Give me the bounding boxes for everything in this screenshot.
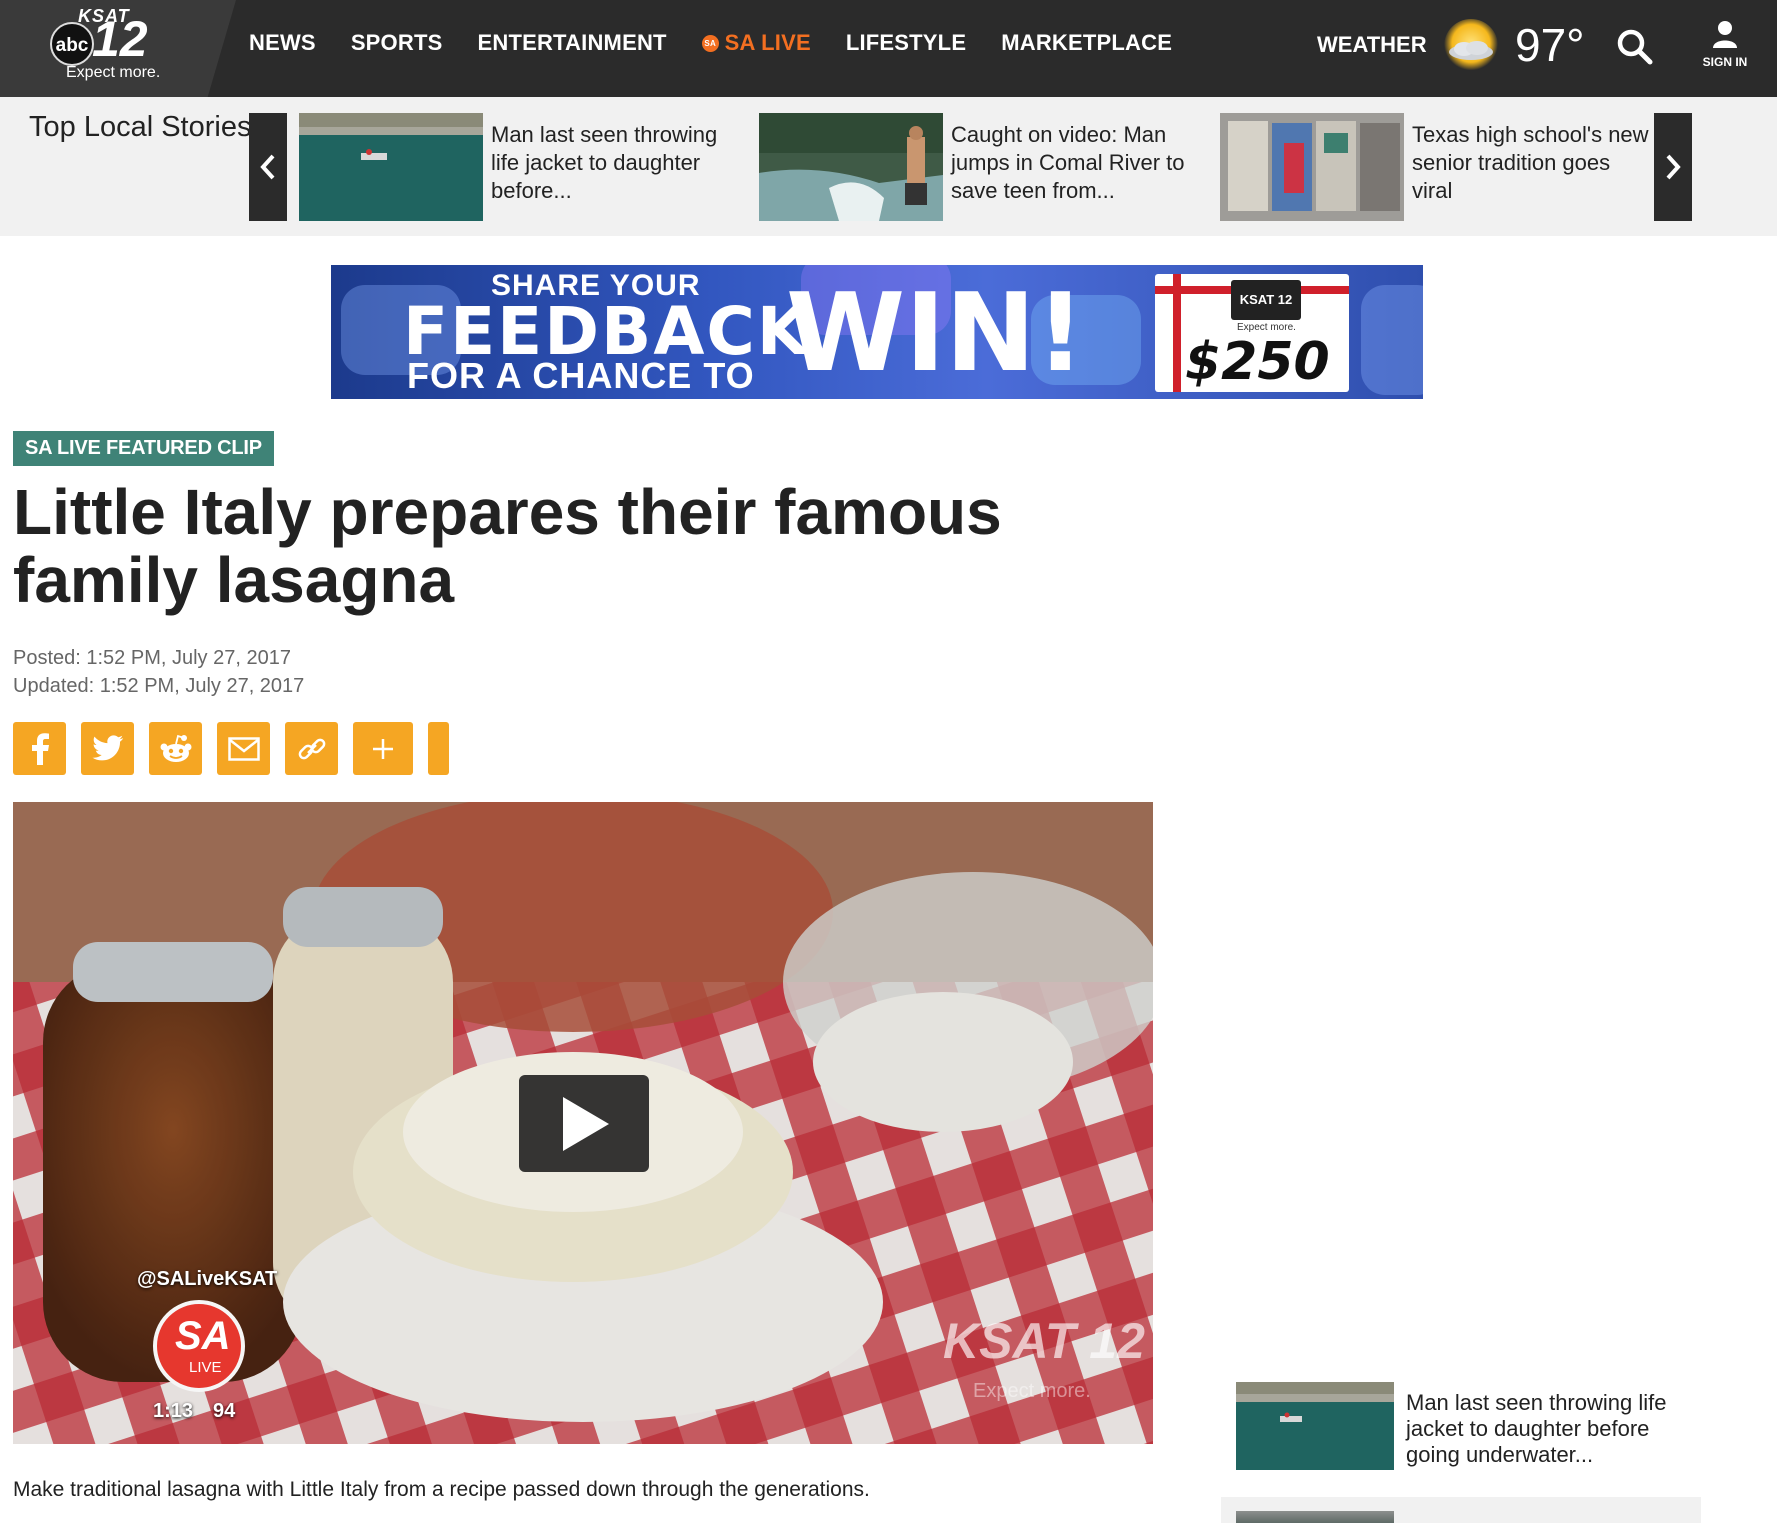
- email-icon: [227, 736, 260, 761]
- logo-tagline: Expect more.: [66, 64, 161, 81]
- channel-number: 12: [92, 11, 148, 67]
- article-headline: Little Italy prepares their famous famil…: [13, 476, 1002, 616]
- carousel-prev-button[interactable]: [249, 113, 287, 221]
- top-local-stories: Top Local Stories Man last seen throwing…: [0, 97, 1777, 236]
- story-headline: Man last seen throwing life jacket to da…: [491, 122, 718, 203]
- section-title: Top Local Stories: [29, 111, 252, 143]
- facebook-icon: [31, 732, 49, 765]
- reddit-icon: [160, 734, 191, 762]
- sidebar-story-card[interactable]: Man last seen throwing life jacket to da…: [1236, 1382, 1696, 1472]
- twitter-icon: [91, 734, 123, 760]
- category-badge[interactable]: SA LIVE FEATURED CLIP: [13, 431, 274, 466]
- video-temp-overlay: 94: [213, 1400, 236, 1422]
- video-caption: Make traditional lasagna with Little Ita…: [13, 1478, 870, 1501]
- temperature-readout[interactable]: 97°: [1515, 18, 1585, 72]
- carousel-next-button[interactable]: [1654, 113, 1692, 221]
- story-thumbnail: [299, 113, 483, 221]
- main-nav: NEWS SPORTS ENTERTAINMENT SA SA LIVE LIF…: [249, 30, 1207, 56]
- story-thumbnail: [759, 113, 943, 221]
- sa-live-logo-sub: LIVE: [189, 1359, 222, 1376]
- search-icon[interactable]: [1616, 28, 1654, 66]
- story-card[interactable]: Caught on video: Man jumps in Comal Rive…: [759, 113, 1199, 221]
- share-reddit-button[interactable]: [149, 722, 202, 775]
- story-headline: Man last seen throwing life jacket to da…: [1406, 1390, 1667, 1467]
- sidebar-story-card[interactable]: [1221, 1497, 1701, 1523]
- ad-gift-card: KSAT 12 Expect more. $250: [1155, 274, 1349, 392]
- share-email-button[interactable]: [217, 722, 270, 775]
- updated-time: Updated: 1:52 PM, July 27, 2017: [13, 675, 305, 697]
- feedback-ad-banner[interactable]: SHARE YOUR FEEDBACK FOR A CHANCE TO WIN!…: [331, 265, 1423, 399]
- ad-line-3: FOR A CHANCE TO: [407, 355, 755, 396]
- sign-in-label: SIGN IN: [1702, 55, 1748, 69]
- video-watermark-tagline: Expect more.: [973, 1380, 1091, 1402]
- sa-live-icon: SA: [701, 34, 719, 52]
- chevron-right-icon: [1666, 154, 1681, 180]
- nav-sports[interactable]: SPORTS: [351, 30, 443, 56]
- video-watermark: KSAT 12: [943, 1313, 1145, 1369]
- story-thumbnail: [1220, 113, 1404, 221]
- more-share-button[interactable]: [353, 722, 413, 775]
- share-toolbar: [13, 722, 464, 775]
- abc-logo: abc: [50, 22, 94, 66]
- ad-station-logo: KSAT 12: [1231, 280, 1301, 320]
- chevron-left-icon: [260, 154, 275, 180]
- share-facebook-button[interactable]: [13, 722, 66, 775]
- story-card[interactable]: Texas high school's new senior tradition…: [1220, 113, 1660, 221]
- nav-sa-live-label: SA LIVE: [724, 30, 811, 55]
- nav-marketplace[interactable]: MARKETPLACE: [1001, 30, 1172, 56]
- story-thumbnail: [1236, 1382, 1394, 1470]
- partly-sunny-icon: [1444, 19, 1498, 73]
- ad-win-text: WIN!: [786, 271, 1085, 396]
- sign-in-button[interactable]: SIGN IN: [1700, 20, 1750, 69]
- user-icon: [1713, 21, 1737, 48]
- nav-sa-live[interactable]: SA SA LIVE: [701, 30, 811, 56]
- video-clock: 1:13: [153, 1400, 194, 1422]
- story-thumbnail: [1236, 1511, 1394, 1523]
- link-icon: [298, 738, 325, 759]
- site-header: abc KSAT 12 Expect more. NEWS SPORTS ENT…: [0, 0, 1777, 97]
- station-logo[interactable]: abc KSAT 12 Expect more.: [0, 0, 236, 97]
- share-count-button[interactable]: [428, 722, 449, 775]
- story-headline: Caught on video: Man jumps in Comal Rive…: [951, 122, 1185, 203]
- share-twitter-button[interactable]: [81, 722, 134, 775]
- nav-news[interactable]: NEWS: [249, 30, 316, 56]
- nav-entertainment[interactable]: ENTERTAINMENT: [477, 30, 666, 56]
- weather-link[interactable]: WEATHER: [1317, 32, 1427, 58]
- sa-live-logo: SA LIVE: [153, 1300, 245, 1392]
- video-player[interactable]: @SALiveKSAT SA LIVE 1:13 94 KSAT 12 Expe…: [13, 802, 1153, 1444]
- posted-time: Posted: 1:52 PM, July 27, 2017: [13, 647, 291, 669]
- sa-live-logo-text: SA: [175, 1314, 231, 1358]
- copy-link-button[interactable]: [285, 722, 338, 775]
- plus-icon: [373, 738, 393, 759]
- play-button[interactable]: [519, 1075, 649, 1172]
- ad-prize-amount: $250: [1185, 332, 1330, 392]
- play-icon: [563, 1097, 609, 1151]
- video-social-handle: @SALiveKSAT: [137, 1268, 278, 1290]
- article-timestamps: Posted: 1:52 PM, July 27, 2017 Updated: …: [13, 644, 304, 700]
- story-headline: Texas high school's new senior tradition…: [1412, 122, 1649, 203]
- story-card[interactable]: Man last seen throwing life jacket to da…: [299, 113, 739, 221]
- nav-lifestyle[interactable]: LIFESTYLE: [846, 30, 966, 56]
